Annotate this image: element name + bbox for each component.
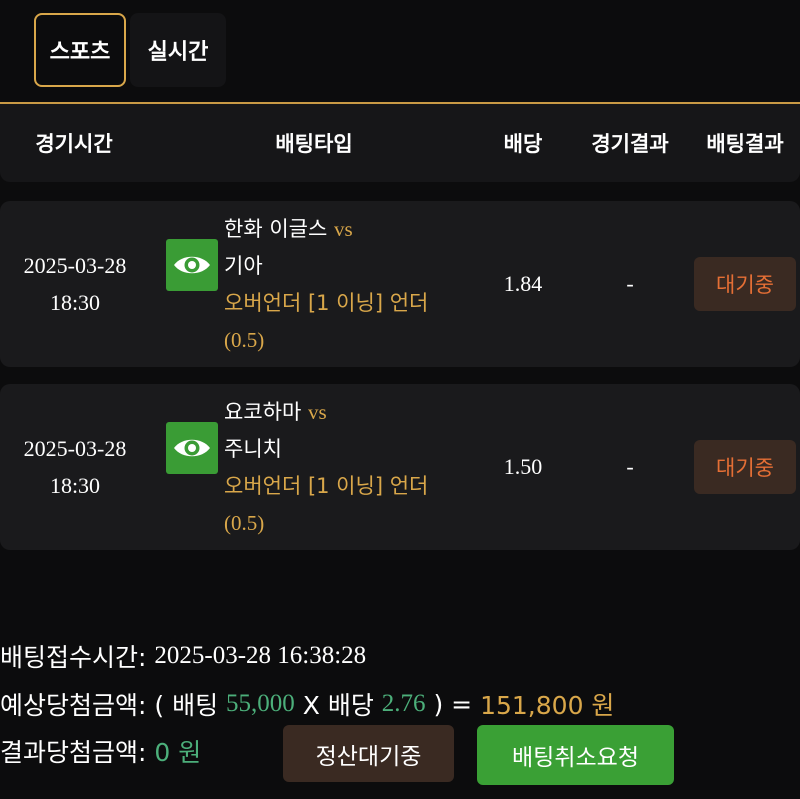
status-badge: 대기중	[694, 257, 796, 311]
table-row: 2025-03-28 18:30 요코하마 vs 주니치 오버언더 [1 이닝]…	[0, 384, 800, 550]
vs-label: vs	[307, 400, 327, 424]
tab-sports[interactable]: 스포츠	[34, 13, 126, 87]
home-team: 요코하마	[224, 400, 302, 424]
match-date: 2025-03-28	[23, 253, 127, 278]
cancel-bet-button[interactable]: 배팅취소요청	[477, 725, 674, 785]
tab-bar: 스포츠 실시간	[34, 13, 226, 87]
market-name: 오버언더 [1 이닝] 언더	[224, 474, 429, 498]
home-team: 한화 이글스	[224, 217, 328, 241]
match-time: 2025-03-28 18:30	[0, 201, 150, 367]
odds-value: 1.50	[503, 454, 543, 479]
view-detail-button[interactable]	[166, 239, 218, 291]
table-row: 2025-03-28 18:30 한화 이글스 vs 기아 오버언더 [1 이닝…	[0, 201, 800, 367]
expected-label: 예상당첨금액:	[0, 691, 147, 720]
match-clock: 18:30	[49, 473, 101, 498]
equals-sign: ) =	[433, 689, 473, 719]
bet-result: 대기중	[690, 384, 800, 550]
view-detail-button[interactable]	[166, 422, 218, 474]
received-value: 2025-03-28 16:38:28	[154, 642, 367, 669]
match-time: 2025-03-28 18:30	[0, 384, 150, 550]
odds-value: 1.84	[503, 271, 543, 296]
eye-icon	[174, 439, 210, 457]
payout-amount: 151,800 원	[480, 691, 615, 720]
col-time: 경기시간	[35, 132, 113, 156]
away-team: 기아	[224, 254, 263, 278]
status-badge: 대기중	[694, 440, 796, 494]
expected-payout: 예상당첨금액: ( 배팅 55,000 X 배당 2.76 ) = 151,80…	[0, 684, 614, 724]
game-result: -	[626, 454, 634, 479]
col-bet-type: 배팅타입	[275, 132, 353, 156]
stake-prefix: ( 배팅	[154, 691, 219, 720]
market-name: 오버언더 [1 이닝] 언더	[224, 291, 429, 315]
received-label: 배팅접수시간:	[0, 643, 147, 672]
away-team: 주니치	[224, 437, 282, 461]
actual-value: 0 원	[154, 738, 202, 767]
table-header: 경기시간 배팅타입 배당 경기결과 배팅결과	[0, 104, 800, 182]
bet-received-time: 배팅접수시간: 2025-03-28 16:38:28	[0, 636, 366, 676]
settle-pending-button[interactable]: 정산대기중	[283, 725, 454, 782]
stake-amount: 55,000	[226, 690, 295, 717]
bet-detail: 한화 이글스 vs 기아 오버언더 [1 이닝] 언더 (0.5)	[224, 211, 484, 359]
match-date: 2025-03-28	[23, 436, 127, 461]
bet-result: 대기중	[690, 201, 800, 367]
eye-icon	[174, 256, 210, 274]
tab-live[interactable]: 실시간	[130, 13, 226, 87]
game-result: -	[626, 271, 634, 296]
vs-label: vs	[333, 217, 353, 241]
market-line: (0.5)	[224, 328, 265, 352]
col-game-result: 경기결과	[591, 132, 669, 156]
actual-payout: 결과당첨금액: 0 원	[0, 731, 201, 771]
col-bet-result: 배팅결과	[706, 132, 784, 156]
actual-label: 결과당첨금액:	[0, 738, 147, 767]
total-odds: 2.76	[381, 690, 426, 717]
odds-prefix: X 배당	[302, 691, 374, 720]
col-odds: 배당	[503, 132, 543, 156]
bet-detail: 요코하마 vs 주니치 오버언더 [1 이닝] 언더 (0.5)	[224, 394, 484, 542]
match-clock: 18:30	[49, 290, 101, 315]
market-line: (0.5)	[224, 511, 265, 535]
